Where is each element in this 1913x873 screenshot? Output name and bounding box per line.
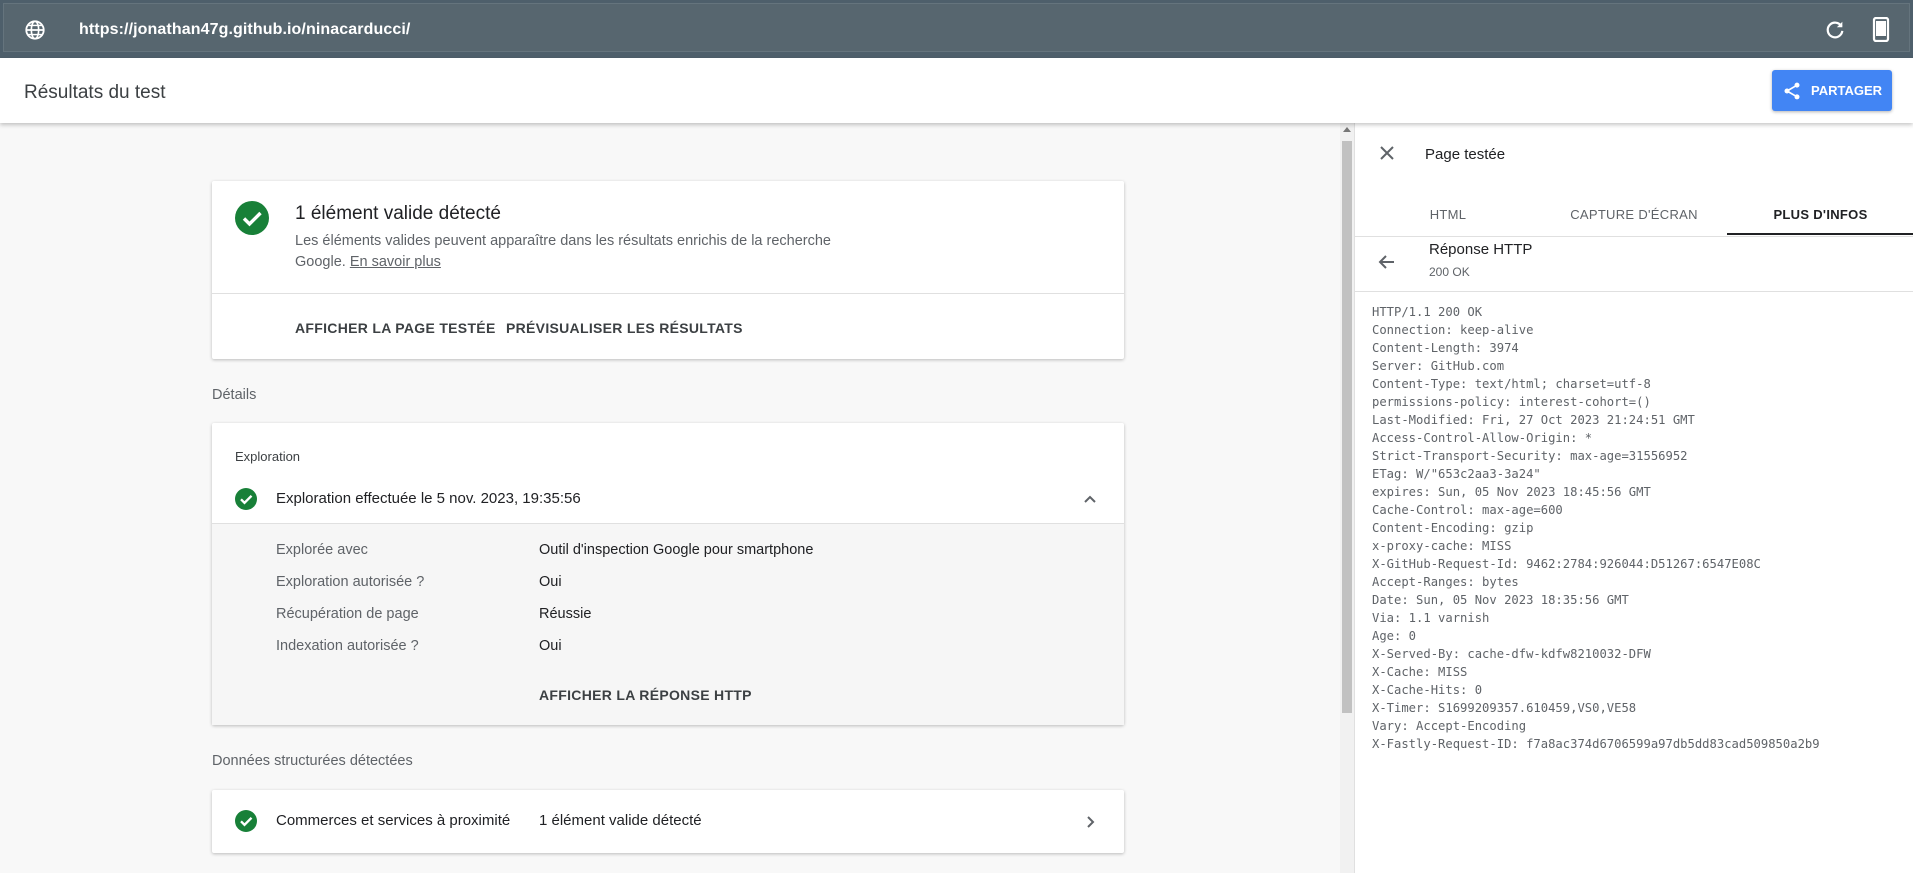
page-fetch-value: Réussie [539, 606, 592, 622]
close-icon[interactable] [1379, 145, 1395, 161]
tab-html[interactable]: HTML [1355, 195, 1541, 235]
http-header-line: Last-Modified: Fri, 27 Oct 2023 21:24:51… [1372, 413, 1695, 427]
scroll-up-arrow[interactable] [1343, 127, 1351, 132]
http-header-line: Content-Encoding: gzip [1372, 521, 1534, 535]
details-label: Détails [212, 387, 257, 403]
globe-icon [25, 20, 45, 40]
check-circle-icon [235, 810, 257, 832]
tab-more-info[interactable]: PLUS D'INFOS [1727, 195, 1913, 235]
check-circle-icon [235, 488, 257, 510]
structured-data-item[interactable]: Commerces et services à proximité 1 élém… [212, 790, 1124, 853]
check-circle-icon [235, 201, 269, 235]
crawl-details: Explorée avec Outil d'inspection Google … [212, 524, 1124, 725]
crawl-group-label: Exploration [235, 449, 301, 464]
http-header-line: Vary: Accept-Encoding [1372, 719, 1527, 733]
summary-title: 1 élément valide détecté [295, 203, 501, 224]
learn-more-link[interactable]: En savoir plus [350, 254, 441, 270]
http-header-line: X-Fastly-Request-ID: f7a8ac374d6706599a9… [1372, 737, 1820, 751]
http-header-line: X-Timer: S1699209357.610459,VS0,VE58 [1372, 701, 1637, 715]
http-header-line: X-Cache: MISS [1372, 665, 1468, 679]
view-tested-page-button[interactable]: AFFICHER LA PAGE TESTÉE [295, 320, 496, 336]
http-header-line: permissions-policy: interest-cohort=() [1372, 395, 1651, 409]
crawl-allowed-label: Exploration autorisée ? [276, 574, 425, 590]
structured-item-value: 1 élément valide détecté [539, 812, 702, 829]
http-header-line: ETag: W/"653c2aa3-3a24" [1372, 467, 1541, 481]
chevron-up-icon[interactable] [1082, 491, 1098, 507]
http-header-line: Content-Type: text/html; charset=utf-8 [1372, 377, 1651, 391]
crawl-card: Exploration Exploration effectuée le 5 n… [212, 423, 1124, 725]
divider [212, 293, 1124, 294]
http-header-line: Access-Control-Allow-Origin: * [1372, 431, 1593, 445]
http-header-line: X-Served-By: cache-dfw-kdfw8210032-DFW [1372, 647, 1651, 661]
http-header-line: Cache-Control: max-age=600 [1372, 503, 1563, 517]
http-response-title: Réponse HTTP [1429, 241, 1533, 258]
http-headers-text: HTTP/1.1 200 OK Connection: keep-alive Con… [1372, 303, 1912, 753]
url-text[interactable]: https://jonathan47g.github.io/ninacarduc… [79, 21, 410, 39]
http-header-line: Date: Sun, 05 Nov 2023 18:35:56 GMT [1372, 593, 1629, 607]
structured-item-title: Commerces et services à proximité [276, 812, 511, 829]
url-bar-inner: https://jonathan47g.github.io/ninacarduc… [3, 3, 1910, 52]
http-header-line: Content-Length: 3974 [1372, 341, 1519, 355]
divider [1355, 236, 1913, 237]
tab-screenshot[interactable]: CAPTURE D'ÉCRAN [1541, 195, 1727, 235]
http-header-line: Connection: keep-alive [1372, 323, 1534, 337]
http-header-line: Via: 1.1 varnish [1372, 611, 1490, 625]
results-header: Résultats du test PARTAGER [0, 58, 1913, 123]
http-header-line: Age: 0 [1372, 629, 1417, 643]
back-arrow-icon[interactable] [1377, 252, 1397, 272]
structured-data-label: Données structurées détectées [212, 753, 413, 769]
page-fetch-label: Récupération de page [276, 606, 419, 622]
view-http-response-button[interactable]: AFFICHER LA RÉPONSE HTTP [539, 687, 752, 703]
http-header-line: x-proxy-cache: MISS [1372, 539, 1512, 553]
share-label: PARTAGER [1811, 83, 1883, 98]
smartphone-icon[interactable] [1872, 17, 1890, 42]
share-icon [1784, 82, 1800, 99]
tested-page-panel: Page testée HTML CAPTURE D'ÉCRAN PLUS D'… [1354, 123, 1913, 873]
http-header-line: HTTP/1.1 200 OK [1372, 305, 1483, 319]
summary-description: Les éléments valides peuvent apparaître … [295, 231, 885, 273]
summary-card: 1 élément valide détecté Les éléments va… [212, 181, 1124, 359]
crawler-value: Outil d'inspection Google pour smartphon… [539, 542, 814, 558]
http-header-line: Accept-Ranges: bytes [1372, 575, 1519, 589]
chevron-right-icon[interactable] [1082, 814, 1098, 830]
crawl-title: Exploration effectuée le 5 nov. 2023, 19… [276, 490, 581, 507]
crawler-label: Explorée avec [276, 542, 368, 558]
scrollbar[interactable] [1340, 123, 1354, 873]
http-header-line: Server: GitHub.com [1372, 359, 1505, 373]
reload-icon[interactable] [1824, 19, 1846, 41]
http-header-line: X-Cache-Hits: 0 [1372, 683, 1483, 697]
share-button[interactable]: PARTAGER [1772, 70, 1892, 111]
indexing-allowed-label: Indexation autorisée ? [276, 638, 419, 654]
crawl-allowed-value: Oui [539, 574, 562, 590]
main-results: 1 élément valide détecté Les éléments va… [0, 123, 1340, 873]
indexing-allowed-value: Oui [539, 638, 562, 654]
scrollbar-thumb[interactable] [1342, 141, 1352, 713]
page-title: Résultats du test [24, 82, 166, 103]
http-status: 200 OK [1429, 265, 1470, 279]
divider [1355, 291, 1913, 292]
panel-title: Page testée [1425, 146, 1506, 163]
http-header-line: Strict-Transport-Security: max-age=31556… [1372, 449, 1688, 463]
browser-url-bar: https://jonathan47g.github.io/ninacarduc… [0, 0, 1913, 58]
http-header-line: expires: Sun, 05 Nov 2023 18:45:56 GMT [1372, 485, 1651, 499]
preview-results-button[interactable]: PRÉVISUALISER LES RÉSULTATS [506, 320, 743, 336]
http-header-line: X-GitHub-Request-Id: 9462:2784:926044:D5… [1372, 557, 1761, 571]
